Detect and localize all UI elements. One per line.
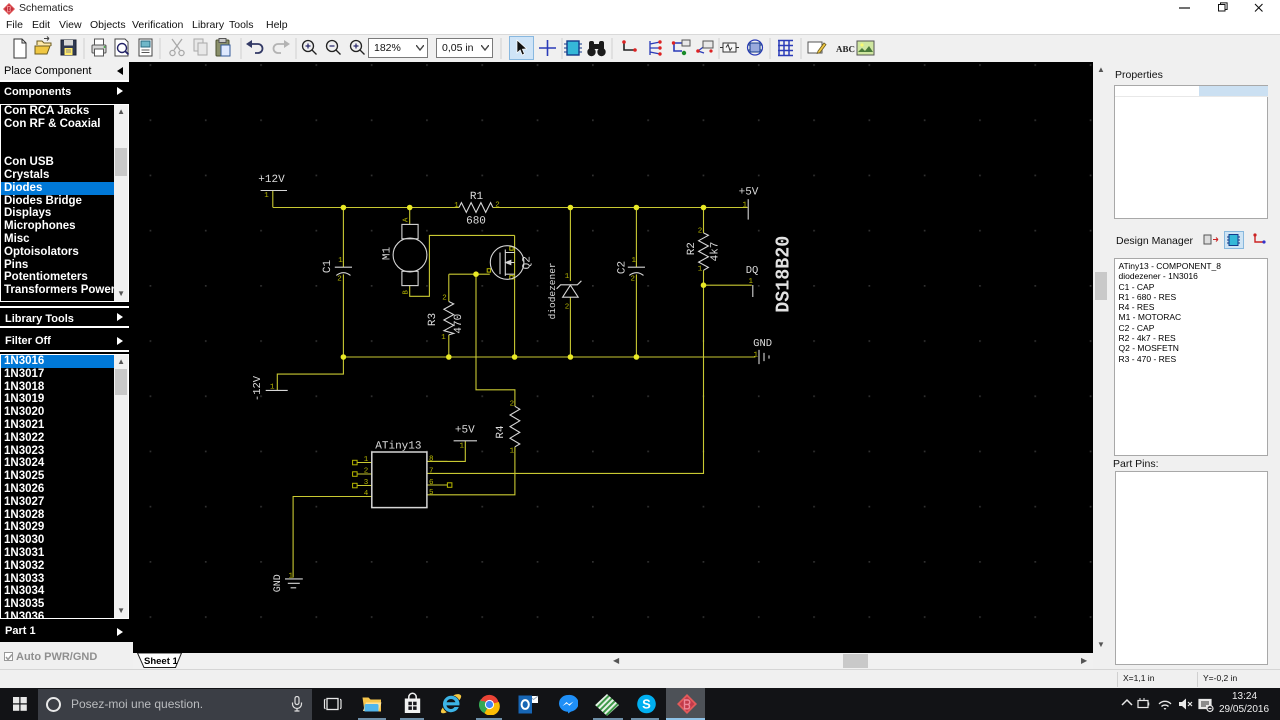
svg-text:S: S — [642, 697, 651, 712]
svg-text:M1: M1 — [382, 247, 394, 261]
svg-text:1: 1 — [743, 202, 748, 210]
svg-text:1: 1 — [749, 278, 754, 286]
svg-text:-12V: -12V — [252, 375, 264, 401]
svg-text:C1: C1 — [322, 260, 334, 274]
svg-text:ATiny13: ATiny13 — [375, 440, 421, 452]
svg-text:2: 2 — [364, 467, 369, 476]
svg-text:DQ: DQ — [746, 265, 759, 277]
svg-text:DS18B20: DS18B20 — [773, 236, 795, 313]
svg-text:+5V: +5V — [455, 425, 475, 437]
svg-text:diodezener: diodezener — [547, 262, 558, 319]
svg-text:Q2: Q2 — [522, 256, 534, 269]
svg-text:2: 2 — [442, 294, 447, 303]
svg-text:2: 2 — [495, 201, 500, 210]
svg-text:3: 3 — [364, 478, 369, 487]
svg-text:1: 1 — [338, 257, 343, 265]
svg-text:1: 1 — [441, 334, 446, 342]
svg-text:1: 1 — [289, 573, 294, 581]
svg-text:1: 1 — [565, 273, 570, 281]
svg-text:470: 470 — [453, 314, 465, 334]
svg-text:ABC: ABC — [836, 44, 855, 54]
svg-text:8: 8 — [429, 454, 434, 463]
svg-text:1: 1 — [364, 456, 369, 464]
svg-text:2: 2 — [510, 400, 515, 409]
svg-text:GND: GND — [273, 574, 284, 592]
svg-text:1: 1 — [454, 202, 459, 210]
svg-text:1: 1 — [264, 192, 269, 200]
svg-text:R3: R3 — [427, 313, 439, 326]
svg-text:1: 1 — [460, 443, 465, 451]
svg-text:1: 1 — [632, 257, 637, 265]
svg-text:1: 1 — [754, 352, 759, 360]
svg-text:2: 2 — [337, 275, 342, 284]
svg-text:C2: C2 — [617, 261, 629, 274]
svg-text:6: 6 — [429, 478, 434, 487]
svg-text:2: 2 — [565, 303, 570, 312]
svg-text:1: 1 — [698, 266, 703, 274]
svg-text:B: B — [403, 290, 411, 295]
svg-text:5: 5 — [429, 489, 434, 497]
svg-text:+12V: +12V — [258, 174, 285, 186]
svg-text:7: 7 — [429, 467, 434, 475]
svg-text:+5V: +5V — [739, 187, 759, 199]
svg-text:2: 2 — [698, 227, 703, 236]
svg-text:4k7: 4k7 — [709, 242, 721, 262]
svg-text:R2: R2 — [686, 242, 698, 255]
svg-text:1: 1 — [510, 448, 515, 456]
svg-text:R4: R4 — [495, 425, 507, 439]
svg-text:4: 4 — [364, 490, 369, 498]
svg-text:A: A — [403, 217, 411, 222]
svg-text:R1: R1 — [470, 191, 484, 203]
svg-text:GND: GND — [753, 338, 772, 350]
svg-text:680: 680 — [466, 216, 486, 228]
svg-text:2: 2 — [631, 275, 636, 284]
svg-text:1: 1 — [270, 383, 275, 391]
